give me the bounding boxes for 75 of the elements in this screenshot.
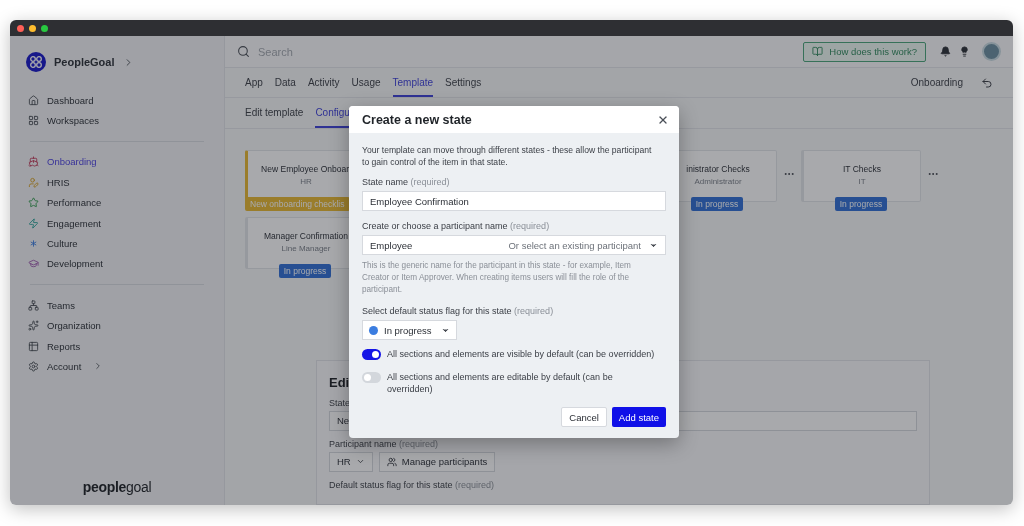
help-button[interactable]: How does this work? [803, 41, 926, 62]
nav-item[interactable]: Reports [26, 335, 208, 357]
lightbulb-icon[interactable] [959, 46, 970, 58]
nav-item[interactable]: Workspaces [26, 110, 208, 131]
panel-title: Edi [329, 374, 350, 390]
graduation-cap-icon [28, 258, 39, 270]
avatar[interactable] [982, 42, 1001, 62]
home-icon [28, 94, 39, 106]
lightning-icon [28, 217, 39, 229]
tab[interactable]: Data [274, 68, 296, 98]
participant-field[interactable]: Employee Or select an existing participant [362, 235, 666, 255]
toggle-label: All sections and elements are visible by default (can be overridden) [387, 348, 655, 360]
tab[interactable]: Edit template [245, 98, 304, 128]
search-icon [237, 45, 250, 59]
tab[interactable]: Template [392, 68, 434, 98]
nav-item[interactable]: Organization [26, 315, 208, 336]
toggle-switch[interactable] [362, 372, 381, 383]
book-icon [812, 46, 824, 58]
field-label: Create or choose a participant name (required) [362, 221, 550, 231]
field-label: Select default status flag for this state (required) [362, 306, 554, 316]
participant-dropdown[interactable]: HR [329, 451, 373, 472]
manage-participants-button[interactable]: Manage participants [378, 451, 496, 472]
nav-item[interactable]: Dashboard [26, 90, 208, 111]
nav-item[interactable]: Teams [26, 295, 208, 316]
grid-icon [28, 115, 39, 127]
state-role: Administrator [694, 176, 742, 186]
state-title: Manager Confirmation [263, 230, 349, 241]
nav-item[interactable]: Development [26, 253, 208, 275]
state-card[interactable]: IT Checks IT [801, 149, 921, 202]
state-name-field[interactable]: Employee Confirmation [362, 191, 666, 211]
state-role: Line Manager [281, 243, 331, 253]
tab[interactable]: App [245, 68, 263, 98]
tab[interactable]: Usage [351, 68, 381, 98]
user-icon [28, 176, 39, 188]
state-title: inistrator Checks [686, 163, 750, 174]
field-label: State name (required) [362, 177, 450, 187]
asterisk-icon [28, 238, 39, 250]
toggle-label: All sections and elements are editable by default (can be overridden) [387, 371, 614, 395]
cancel-button[interactable]: Cancel [561, 407, 607, 427]
nav-item[interactable]: HRIS [26, 172, 208, 193]
brand-logo [26, 52, 46, 72]
maximize-window-button[interactable] [41, 24, 48, 32]
nav-item[interactable]: Onboarding [26, 151, 208, 173]
nav-item[interactable]: Account [26, 356, 208, 377]
nav-item[interactable]: Culture [26, 233, 208, 254]
add-state-button[interactable]: Add state [611, 407, 666, 427]
footer-logo: peoplegoal [81, 479, 153, 495]
state-role: HR [300, 176, 312, 186]
minimize-window-button[interactable] [29, 24, 36, 32]
help-text: This is the generic name for the participant in this state - for example, Item Creator or Item Approver. When creating items users will fill the role of the participant. [362, 260, 632, 296]
nav-item[interactable]: Performance [26, 192, 208, 213]
undo-icon[interactable] [981, 76, 993, 89]
star-icon [28, 197, 39, 209]
context-label: Onboarding [910, 77, 963, 89]
close-window-button[interactable] [17, 24, 24, 32]
sparkle-icon [28, 320, 39, 332]
hierarchy-icon [28, 299, 39, 311]
nav-item[interactable]: Engagement [26, 212, 208, 234]
users-icon [386, 456, 397, 467]
toggle-switch[interactable] [362, 349, 381, 360]
dialog-intro: Your template can move through different states - these allow the participant to gain control of the item in that state. [362, 144, 652, 168]
tab[interactable]: Activity [307, 68, 340, 98]
dialog-title: Create a new state [362, 112, 472, 127]
bell-icon[interactable] [940, 46, 951, 58]
state-title: IT Checks [842, 163, 882, 174]
settings-icon [28, 361, 39, 372]
field-label: State [329, 397, 350, 408]
state-role: IT [858, 176, 866, 186]
field-label: Default status flag for this state (required) [329, 479, 495, 490]
table-icon [28, 340, 39, 352]
state-title: New Employee Onboar. [261, 163, 351, 174]
ship-icon [28, 156, 39, 168]
status-flag-dropdown[interactable]: In progress [362, 320, 457, 340]
tab[interactable]: Settings [445, 68, 482, 98]
brand-name: PeopleGoal [54, 56, 115, 68]
